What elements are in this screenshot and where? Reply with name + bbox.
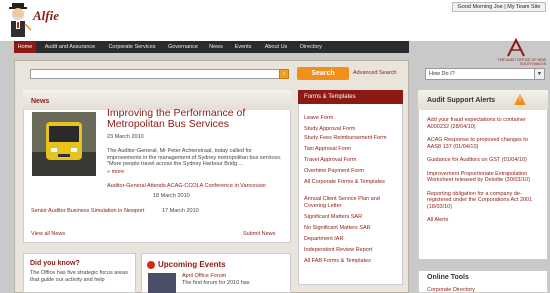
online-tools-title: Online Tools — [427, 274, 469, 281]
warning-mark-icon: ! — [519, 97, 521, 103]
alerts-title: Audit Support Alerts — [427, 97, 496, 104]
form-link-no-significant-sar[interactable]: No Significant Matters SAR — [304, 225, 402, 232]
form-link-all-fab[interactable]: All FAB Forms & Templates — [304, 258, 402, 265]
nav-corporate-services[interactable]: Corporate Services — [104, 41, 160, 53]
featured-news-summary: The Auditor-General, Mr Peter Achterstra… — [107, 148, 282, 167]
more-label[interactable]: more — [112, 169, 125, 175]
alfie-mascot-icon[interactable] — [3, 2, 33, 40]
form-link-overtime[interactable]: Overtime Payment Form — [304, 168, 402, 175]
submit-news-link[interactable]: Submit News — [243, 231, 275, 237]
advanced-search-link[interactable]: Advanced Search — [353, 70, 396, 76]
news-item-date: 17 March 2010 — [162, 208, 199, 214]
event-description: The first forum for 2010 has — [182, 280, 250, 286]
alert-link[interactable]: ACAG Response to proposed changes to AAS… — [427, 137, 542, 150]
main-nav: Home Audit and Assurance Corporate Servi… — [14, 41, 409, 53]
events-bullet-icon — [147, 261, 155, 269]
event-link[interactable]: April Office Forum — [182, 273, 226, 279]
all-alerts-link[interactable]: All Alerts — [427, 217, 542, 224]
featured-news-date: 23 March 2010 — [107, 134, 144, 140]
news-item-link[interactable]: Senior Auditor Business Simulation in Ne… — [31, 208, 144, 214]
chevron-down-icon[interactable]: ▼ — [534, 69, 544, 79]
form-link-leave[interactable]: Leave Form — [304, 115, 402, 122]
alert-link[interactable]: Add your fraud expectations to container… — [427, 117, 542, 130]
featured-news-more-link[interactable]: » more — [107, 169, 124, 175]
form-link-taxi[interactable]: Taxi Approval Form — [304, 146, 402, 153]
events-title: Upcoming Events — [158, 260, 226, 269]
nav-events[interactable]: Events — [230, 41, 256, 53]
greeting-link[interactable]: Good Morning Joe | My Team Site — [452, 2, 546, 12]
search-button[interactable]: Search — [297, 67, 349, 80]
alert-link[interactable]: Guidance for Auditors on GST (01/04/10) — [427, 157, 542, 164]
did-you-know-title: Did you know? — [30, 260, 80, 267]
news-item-link[interactable]: Auditor-General Attends ACAG-CCOLA Confe… — [107, 183, 287, 190]
form-link-all-corporate[interactable]: All Corporate Forms & Templates — [304, 179, 402, 186]
did-you-know-text: The Office has five strategic focus area… — [30, 270, 129, 283]
event-thumbnail — [148, 273, 176, 293]
forms-title: Forms & Templates — [298, 90, 403, 104]
tools-link[interactable]: Corporate Directory — [427, 287, 475, 293]
form-link-client-service-plan[interactable]: Annual Client Service Plan and Covering … — [304, 196, 402, 210]
alerts-list: Add your fraud expectations to container… — [427, 117, 542, 231]
nav-news[interactable]: News — [206, 41, 226, 53]
bus-photo — [32, 112, 96, 176]
nav-directory[interactable]: Directory — [296, 41, 326, 53]
alert-link[interactable]: Improvement Proportionate Extrapolation … — [427, 171, 542, 184]
featured-news-title-link[interactable]: Improving the Performance of Metropolita… — [107, 108, 287, 130]
view-all-news-link[interactable]: View all News — [31, 231, 65, 237]
news-item-date: 18 March 2010 — [153, 193, 190, 199]
how-do-i-select[interactable]: How Do I? — [425, 68, 545, 80]
news-title: News — [31, 98, 50, 105]
form-link-department-iar[interactable]: Department IAR — [304, 236, 402, 243]
nav-about-us[interactable]: About Us — [260, 41, 292, 53]
forms-list: Leave Form Study Approval Form Study Fee… — [304, 115, 402, 269]
nav-home[interactable]: Home — [14, 41, 36, 53]
form-link-study-approval[interactable]: Study Approval Form — [304, 126, 402, 133]
form-link-travel[interactable]: Travel Approval Form — [304, 157, 402, 164]
form-link-study-fees[interactable]: Study Fees Reimbursement Form — [304, 135, 402, 142]
form-link-independent-review[interactable]: Independent Review Report — [304, 247, 402, 254]
form-link-significant-sar[interactable]: Significant Matters SAR — [304, 214, 402, 221]
search-input[interactable] — [30, 69, 288, 79]
nav-governance[interactable]: Governance — [164, 41, 202, 53]
alert-link[interactable]: Reporting obligation for a company de-re… — [427, 191, 542, 211]
site-logo-text[interactable]: Alfie — [33, 8, 59, 24]
audit-office-logo-text: THE AUDIT OFFICE OF NEW SOUTH WALES — [497, 58, 546, 66]
search-scope-icon[interactable]: › — [279, 69, 289, 79]
nav-audit-assurance[interactable]: Audit and Assurance — [40, 41, 100, 53]
